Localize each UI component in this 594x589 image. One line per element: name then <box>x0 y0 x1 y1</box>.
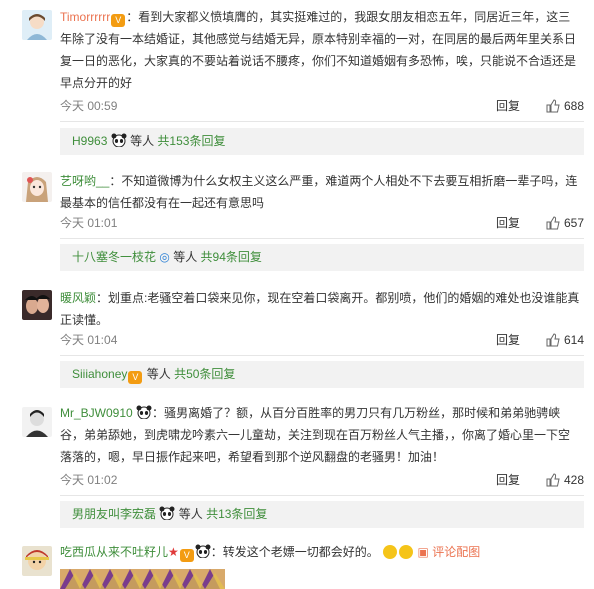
sub-reply-user[interactable]: H9963 <box>72 134 107 148</box>
comment-body: 吃西瓜从来不吐籽儿★ V ：转发这个老嫖一切都会好的。 ▣ 评论配图 <box>60 541 580 563</box>
avatar[interactable] <box>22 172 52 202</box>
comment-colon: ： <box>152 406 165 420</box>
like-count: 688 <box>563 99 584 113</box>
panda-emoji-icon <box>159 506 175 520</box>
divider <box>60 121 584 122</box>
comment-meta: 今天 01:01 回复 657 <box>60 214 584 232</box>
sub-reply-user[interactable]: 十八塞冬一枝花 <box>72 250 156 264</box>
sub-reply-user[interactable]: Siiiahoney <box>72 367 127 381</box>
avatar[interactable] <box>22 546 52 576</box>
vip-badge-icon: V <box>179 549 194 562</box>
like-count: 657 <box>563 216 584 230</box>
comment-colon: ： <box>96 291 109 305</box>
sub-replies-bar[interactable]: 男朋友叫李宏磊 等人 共13条回复 <box>60 501 584 528</box>
sub-replies-bar[interactable]: Siiiahoney V 等人 共50条回复 <box>60 361 584 388</box>
thumbs-up-icon <box>546 473 560 487</box>
comment-username[interactable]: 艺呀哟__ <box>60 174 109 188</box>
sub-replies-bar[interactable]: H9963 等人 共153条回复 <box>60 128 584 155</box>
divider <box>60 355 584 356</box>
sub-reply-count[interactable]: 共94条回复 <box>201 250 262 264</box>
panda-emoji-icon <box>195 544 211 558</box>
like-button[interactable]: 688 <box>546 97 584 115</box>
reply-button[interactable]: 回复 <box>496 214 520 232</box>
vip-badge-icon: V <box>111 14 126 27</box>
comment-text: 看到大家都义愤填膺的，其实挺难过的，我跟女朋友相恋五年，同居近三年，这三年除了没… <box>60 10 577 90</box>
sub-reply-etc: 等人 <box>178 507 203 521</box>
sub-reply-count[interactable]: 共153条回复 <box>157 134 225 148</box>
laughing-emoji-icon <box>399 545 414 559</box>
sub-reply-user[interactable]: 男朋友叫李宏磊 <box>72 507 156 521</box>
comment-username[interactable]: Timorrrrrr <box>60 10 110 24</box>
comment-colon: ： <box>126 10 139 24</box>
like-button[interactable]: 428 <box>546 471 584 489</box>
comment-body: 暖风颖：划重点:老骚空着口袋来见你，现在空着口袋离开。都别喷，他们的婚姻的难处也… <box>60 287 580 331</box>
comment-username[interactable]: 暖风颖 <box>60 291 96 305</box>
sub-reply-etc: 等人 <box>146 367 171 381</box>
avatar[interactable] <box>22 10 52 40</box>
comment-meta: 今天 00:59 回复 688 <box>60 97 584 115</box>
like-count: 428 <box>563 473 584 487</box>
comment-image-thumbnail[interactable] <box>60 569 225 589</box>
star-icon: ★ <box>168 545 179 559</box>
vip-badge-icon: V <box>128 371 143 384</box>
sub-reply-count[interactable]: 共50条回复 <box>174 367 235 381</box>
comment-text: 转发这个老嫖一切都会好的。 <box>222 545 379 559</box>
thumbs-up-icon <box>546 333 560 347</box>
sub-reply-etc: 等人 <box>130 134 155 148</box>
comment-time: 今天 01:01 <box>60 216 118 230</box>
comment-image-link[interactable]: 评论配图 <box>432 545 480 559</box>
divider <box>60 495 584 496</box>
comment-body: Mr_BJW0910 ：骚男离婚了？额，从百分百胜率的男刀只有几万粉丝，那时候和… <box>60 402 580 468</box>
comment-colon: ： <box>109 174 122 188</box>
comment-time: 今天 01:02 <box>60 473 118 487</box>
comment-username[interactable]: 吃西瓜从来不吐籽儿 <box>60 545 168 559</box>
comment-time: 今天 00:59 <box>60 99 118 113</box>
comment-username[interactable]: Mr_BJW0910 <box>60 406 133 420</box>
laughing-emoji-icon <box>383 545 398 559</box>
panda-emoji-icon <box>136 405 152 419</box>
divider <box>60 238 584 239</box>
comment-body: Timorrrrrr V ：看到大家都义愤填膺的，其实挺难过的，我跟女朋友相恋五年，… <box>60 6 580 94</box>
thumbs-up-icon <box>546 99 560 113</box>
like-count: 614 <box>563 333 584 347</box>
image-icon[interactable]: ▣ <box>418 545 429 559</box>
panda-emoji-icon <box>111 133 127 147</box>
avatar[interactable] <box>22 407 52 437</box>
like-button[interactable]: 614 <box>546 331 584 349</box>
reply-button[interactable]: 回复 <box>496 471 520 489</box>
reply-button[interactable]: 回复 <box>496 331 520 349</box>
like-button[interactable]: 657 <box>546 214 584 232</box>
sub-reply-count[interactable]: 共13条回复 <box>206 507 267 521</box>
avatar[interactable] <box>22 290 52 320</box>
thumbs-up-icon <box>546 216 560 230</box>
comment-text: 不知道微博为什么女权主义这么严重，难道两个人相处不下去要互相折磨一辈子吗，连最基… <box>60 174 578 210</box>
comment-time: 今天 01:04 <box>60 333 118 347</box>
sub-reply-etc: 等人 <box>173 250 198 264</box>
comment-text: 划重点:老骚空着口袋来见你，现在空着口袋离开。都别喷，他们的婚姻的难处也没谁能真… <box>60 291 580 327</box>
comment-meta: 今天 01:02 回复 428 <box>60 471 584 489</box>
circle-badge-icon: ◎ <box>159 250 170 264</box>
comment-meta: 今天 01:04 回复 614 <box>60 331 584 349</box>
reply-button[interactable]: 回复 <box>496 97 520 115</box>
comment-colon: ： <box>210 545 223 559</box>
comment-body: 艺呀哟__：不知道微博为什么女权主义这么严重，难道两个人相处不下去要互相折磨一辈… <box>60 170 580 214</box>
sub-replies-bar[interactable]: 十八塞冬一枝花 ◎ 等人 共94条回复 <box>60 244 584 271</box>
